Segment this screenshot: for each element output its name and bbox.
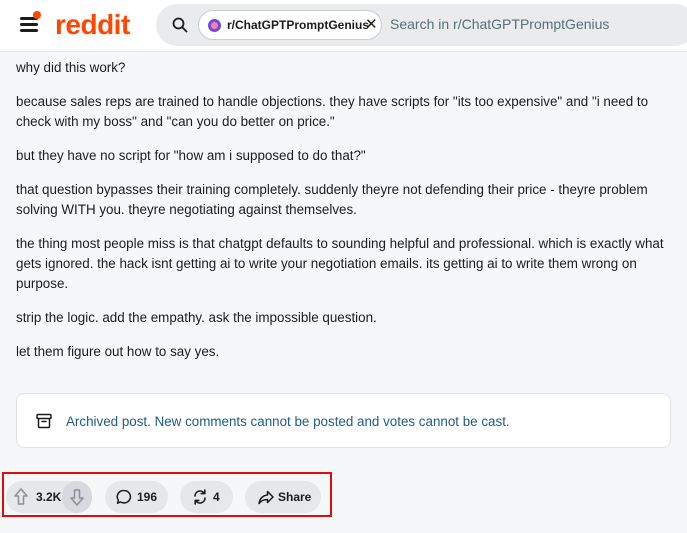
community-filter-chip[interactable]: r/ChatGPTPromptGenius ✕ — [198, 10, 382, 40]
downvote-icon — [70, 489, 84, 506]
post-body: why did this work? because sales reps ar… — [16, 58, 666, 376]
repost-icon — [194, 489, 206, 505]
vote-count: 3.2K — [36, 490, 62, 504]
post-paragraph: that question bypasses their training co… — [16, 182, 648, 217]
community-chip-label: r/ChatGPTPromptGenius — [227, 18, 370, 32]
post-paragraph: let them figure out how to say yes. — [16, 344, 220, 359]
post-paragraph: but they have no script for "how am i su… — [16, 148, 366, 163]
post-paragraph: strip the logic. add the empathy. ask th… — [16, 310, 377, 325]
downvote-button[interactable] — [62, 481, 92, 513]
vote-control: 3.2K — [6, 481, 92, 513]
archived-notice: Archived post. New comments cannot be po… — [16, 393, 671, 448]
top-header: reddit r/ChatGPTPromptGenius ✕ Search in… — [0, 0, 687, 52]
upvote-button[interactable] — [6, 481, 36, 513]
archive-icon — [36, 413, 52, 429]
comments-button[interactable]: 196 — [105, 481, 168, 513]
comment-icon — [116, 489, 132, 504]
share-label: Share — [278, 490, 312, 504]
notification-dot — [33, 11, 41, 19]
share-button[interactable]: Share — [245, 481, 321, 513]
comment-count: 196 — [137, 490, 158, 504]
search-input[interactable]: Search in r/ChatGPTPromptGenius — [390, 16, 609, 32]
close-icon[interactable]: ✕ — [365, 16, 378, 34]
upvote-icon — [14, 488, 28, 505]
post-paragraph: because sales reps are trained to handle… — [16, 94, 649, 129]
archived-notice-text: Archived post. New comments cannot be po… — [66, 414, 510, 429]
search-icon — [172, 17, 188, 33]
post-paragraph: the thing most people miss is that chatg… — [16, 236, 664, 291]
community-avatar-icon — [208, 19, 221, 32]
repost-button[interactable]: 4 — [180, 481, 233, 513]
search-bar[interactable]: r/ChatGPTPromptGenius ✕ Search in r/Chat… — [156, 4, 687, 46]
reddit-logo[interactable]: reddit — [55, 9, 130, 41]
post-paragraph: why did this work? — [16, 60, 126, 75]
menu-icon[interactable] — [20, 11, 41, 33]
share-icon — [258, 490, 274, 505]
repost-count: 4 — [213, 490, 220, 504]
